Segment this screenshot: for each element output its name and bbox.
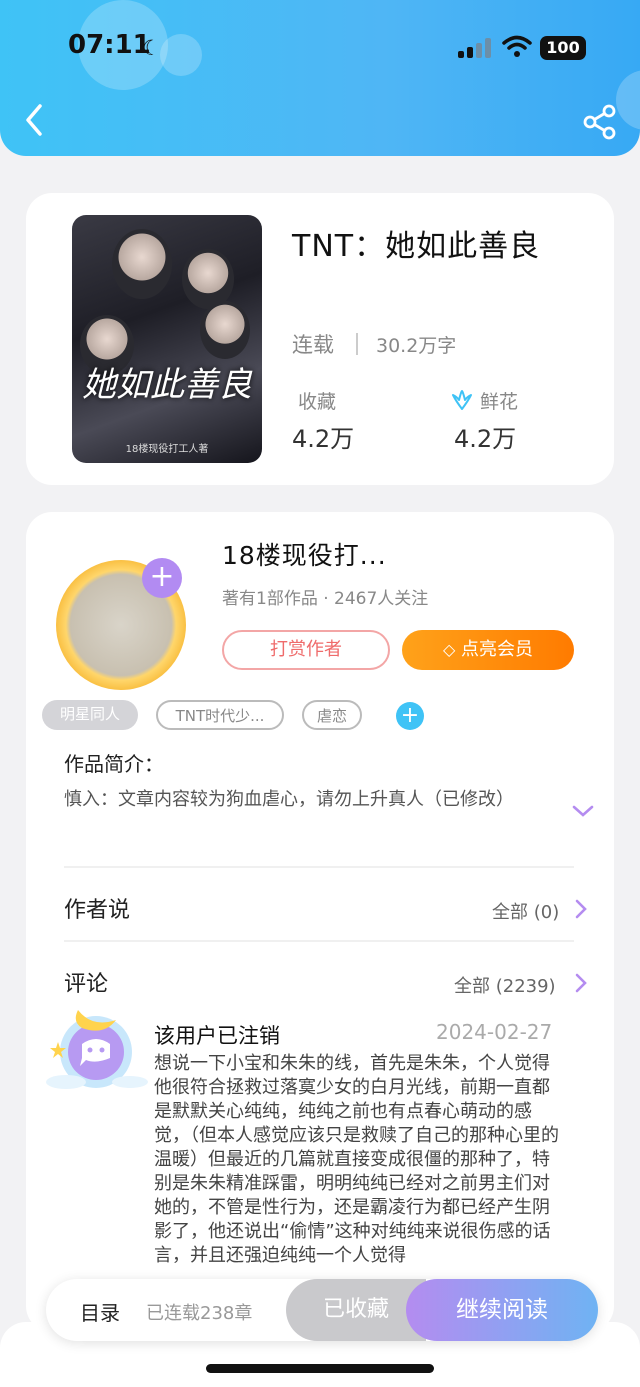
- book-info-card: 她如此善良 18楼现役打工人著 TNT：她如此善良 连载 30.2万字 收藏 4…: [26, 193, 614, 485]
- vip-button[interactable]: ◇ 点亮会员: [402, 630, 574, 670]
- favorites-value: 4.2万: [292, 425, 355, 453]
- tag[interactable]: 虐恋: [302, 700, 362, 730]
- divider: [64, 866, 574, 868]
- author-says-title: 作者说: [64, 898, 131, 923]
- continue-reading-button[interactable]: 继续阅读: [406, 1279, 598, 1341]
- share-icon[interactable]: [582, 104, 618, 140]
- chevron-down-icon[interactable]: [572, 804, 594, 818]
- flowers-value: 4.2万: [454, 425, 517, 453]
- favorites-label: 收藏: [298, 391, 337, 413]
- divider: [356, 333, 358, 355]
- intro-title: 作品简介：: [64, 752, 164, 776]
- tag[interactable]: TNT时代少...: [156, 700, 284, 730]
- tip-author-button[interactable]: 打赏作者: [222, 630, 390, 670]
- cover-subtitle: 18楼现役打工人著: [125, 444, 209, 455]
- commenter-avatar[interactable]: [42, 998, 150, 1094]
- tag[interactable]: 明星同人: [42, 700, 138, 730]
- signal-icon: [458, 38, 492, 58]
- chevron-right-icon[interactable]: [574, 898, 588, 920]
- status-time: 07:11: [68, 30, 151, 60]
- word-count: 30.2万字: [376, 335, 457, 357]
- moon-icon: ☾: [142, 36, 161, 60]
- chevron-right-icon[interactable]: [574, 972, 588, 994]
- battery-indicator: 100: [540, 36, 586, 60]
- cover-title: 她如此善良: [82, 365, 252, 405]
- author-meta: 著有1部作品 · 2467人关注: [222, 589, 429, 609]
- home-indicator: [206, 1364, 434, 1373]
- back-button[interactable]: [20, 100, 50, 140]
- chapter-count[interactable]: 已连载238章: [146, 1299, 252, 1325]
- book-cover[interactable]: 她如此善良 18楼现役打工人著: [72, 215, 262, 463]
- comment-user: 该用户已注销: [154, 1024, 280, 1048]
- author-name[interactable]: 18楼现役打...: [222, 536, 387, 572]
- author-says-more[interactable]: 全部 (0): [492, 898, 559, 924]
- cover-figure: [112, 229, 172, 299]
- wifi-icon: [502, 35, 532, 57]
- comment-date: 2024-02-27: [436, 1020, 553, 1044]
- intro-text[interactable]: 慎入：文章内容较为狗血虐心，请勿上升真人（已修改）: [64, 788, 564, 812]
- flower-icon: [452, 390, 472, 410]
- book-title: TNT：她如此善良: [292, 229, 541, 264]
- comments-title: 评论: [64, 972, 109, 997]
- add-tag-button[interactable]: +: [396, 702, 424, 730]
- cover-figure: [200, 301, 250, 359]
- flowers-label: 鲜花: [480, 391, 519, 413]
- decor-bubble: [616, 70, 640, 130]
- diamond-icon: ◇: [442, 640, 456, 659]
- toc-button[interactable]: 目录: [80, 1297, 120, 1326]
- bottom-action-bar: 目录 已连载238章 已收藏 继续阅读: [46, 1279, 598, 1341]
- collected-button[interactable]: 已收藏: [286, 1279, 426, 1341]
- comments-more[interactable]: 全部 (2239): [454, 972, 556, 998]
- author-card: + 18楼现役打... 著有1部作品 · 2467人关注 打赏作者 ◇ 点亮会员…: [26, 512, 614, 1332]
- cover-figure: [182, 249, 234, 309]
- comment-text[interactable]: 想说一下小宝和朱朱的线，首先是朱朱，个人觉得他很符合拯救过落寞少女的白月光线，前…: [154, 1052, 566, 1294]
- decor-bubble: [160, 34, 202, 76]
- follow-plus-icon[interactable]: +: [142, 558, 182, 598]
- divider: [64, 940, 574, 942]
- vip-button-label: 点亮会员: [461, 639, 534, 660]
- book-status: 连载: [292, 333, 334, 357]
- top-header: 07:11 ☾ 100: [0, 0, 640, 156]
